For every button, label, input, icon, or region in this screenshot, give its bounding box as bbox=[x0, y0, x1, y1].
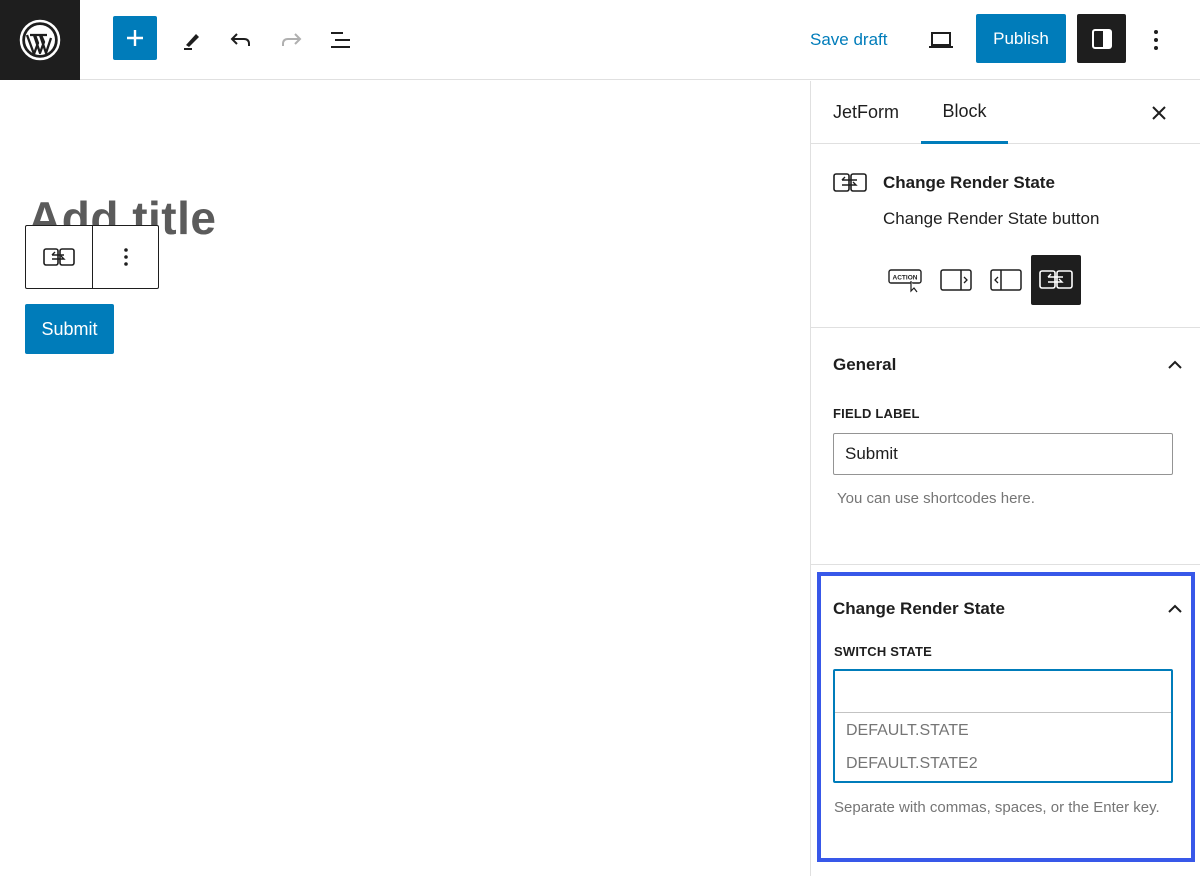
settings-sidebar: JetForm Block Change Render State Change… bbox=[810, 81, 1200, 876]
change-render-state-panel-toggle[interactable]: Change Render State bbox=[833, 594, 1183, 624]
editor-header: Save draft Publish bbox=[0, 0, 1200, 80]
prev-page-variation-icon[interactable] bbox=[981, 255, 1031, 305]
change-render-state-icon bbox=[833, 171, 867, 200]
change-render-state-block-icon[interactable] bbox=[26, 226, 92, 288]
switch-state-label: SWITCH STATE bbox=[834, 644, 932, 659]
redo-icon[interactable] bbox=[271, 20, 311, 60]
general-panel-toggle[interactable]: General bbox=[833, 350, 1183, 380]
general-panel: General FIELD LABEL You can use shortcod… bbox=[811, 328, 1200, 565]
field-label-input[interactable] bbox=[833, 433, 1173, 475]
field-label-help: You can use shortcodes here. bbox=[837, 490, 1035, 507]
tab-jetform[interactable]: JetForm bbox=[833, 81, 899, 144]
next-page-variation-icon[interactable] bbox=[931, 255, 981, 305]
block-card: Change Render State Change Render State … bbox=[811, 145, 1200, 328]
field-label-label: FIELD LABEL bbox=[833, 406, 920, 421]
undo-icon[interactable] bbox=[221, 20, 261, 60]
action-button-variation-icon[interactable]: ACTION bbox=[881, 255, 931, 305]
sidebar-tabs: JetForm Block bbox=[811, 81, 1200, 144]
suggestion-item[interactable]: DEFAULT.STATE2 bbox=[835, 747, 1171, 780]
block-card-description: Change Render State button bbox=[883, 209, 1100, 228]
chevron-up-icon bbox=[1167, 599, 1183, 619]
more-options-icon[interactable] bbox=[1136, 20, 1176, 60]
block-options-icon[interactable] bbox=[92, 226, 158, 288]
wordpress-logo-icon[interactable] bbox=[0, 0, 80, 80]
preview-icon[interactable] bbox=[921, 20, 961, 60]
document-overview-icon[interactable] bbox=[321, 20, 361, 60]
chevron-up-icon bbox=[1167, 355, 1183, 375]
save-draft-button[interactable]: Save draft bbox=[796, 26, 902, 54]
switch-state-input[interactable] bbox=[835, 671, 1171, 713]
change-render-state-variation-icon[interactable] bbox=[1031, 255, 1081, 305]
close-icon[interactable] bbox=[1141, 95, 1177, 131]
editor-canvas: Add title Submit bbox=[0, 81, 811, 876]
change-render-state-panel-title: Change Render State bbox=[833, 599, 1005, 618]
change-render-state-panel: Change Render State SWITCH STATE DEFAULT… bbox=[817, 572, 1195, 862]
publish-button[interactable]: Publish bbox=[976, 14, 1066, 63]
block-variations: ACTION bbox=[881, 255, 1081, 305]
block-card-title: Change Render State bbox=[883, 173, 1055, 192]
suggestion-item[interactable]: DEFAULT.STATE bbox=[835, 714, 1171, 747]
add-block-button[interactable] bbox=[113, 16, 157, 60]
switch-state-token-field: DEFAULT.STATE DEFAULT.STATE2 bbox=[833, 669, 1173, 783]
general-panel-title: General bbox=[833, 355, 897, 374]
tab-block[interactable]: Block bbox=[921, 81, 1008, 144]
block-toolbar bbox=[25, 225, 159, 289]
svg-text:ACTION: ACTION bbox=[893, 275, 918, 282]
settings-sidebar-icon[interactable] bbox=[1077, 14, 1126, 63]
switch-state-help: Separate with commas, spaces, or the Ent… bbox=[834, 799, 1160, 816]
submit-button-block[interactable]: Submit bbox=[25, 304, 114, 354]
pencil-icon[interactable] bbox=[172, 20, 212, 60]
